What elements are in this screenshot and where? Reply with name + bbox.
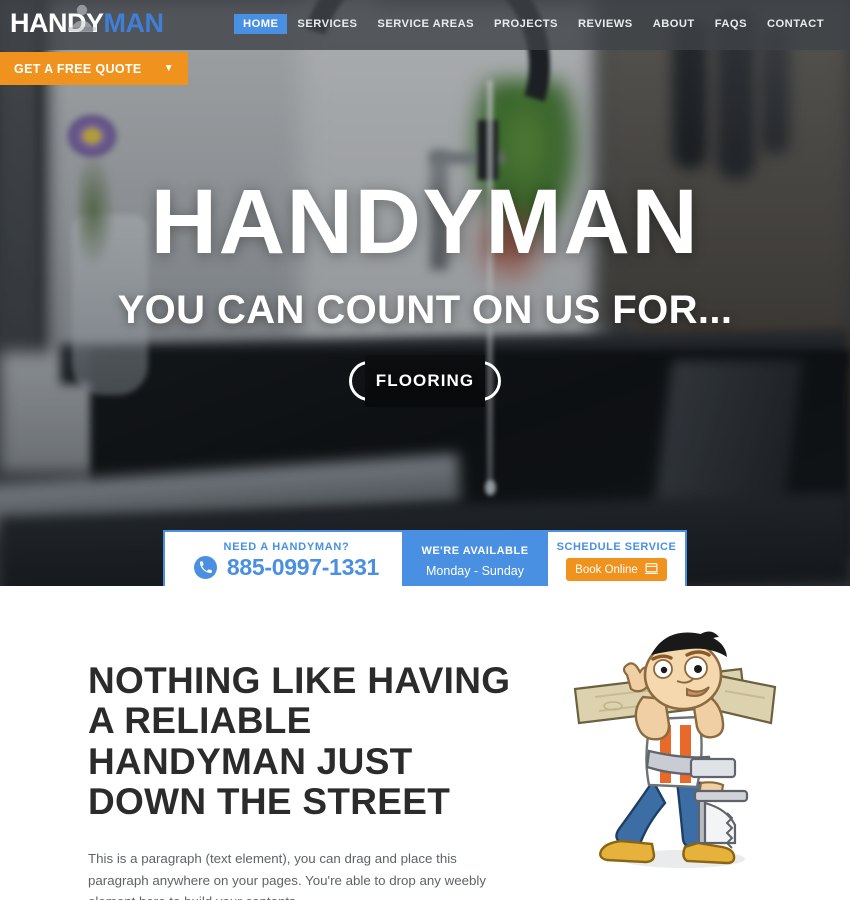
nav-item-contact[interactable]: CONTACT: [757, 14, 834, 34]
contact-info-card: NEED A HANDYMAN? 885-0997-1331 WE'RE AVA…: [163, 530, 687, 586]
chevron-down-icon: ▼: [163, 63, 174, 74]
nav-item-about[interactable]: ABOUT: [643, 14, 705, 34]
availability-heading: WE'RE AVAILABLE: [421, 544, 529, 557]
handyman-illustration: [565, 631, 810, 881]
contact-schedule-block: SCHEDULE SERVICE Book Online: [548, 532, 685, 586]
nav-item-service-areas[interactable]: SERVICE AREAS: [367, 14, 484, 34]
hero-subtitle: YOU CAN COUNT ON US FOR...: [117, 288, 733, 332]
get-free-quote-label: GET A FREE QUOTE: [14, 61, 142, 76]
hero-title: HANDYMAN: [150, 171, 700, 273]
availability-value: Monday - Sunday: [426, 563, 524, 578]
nav-item-home[interactable]: HOME: [234, 14, 288, 34]
top-navigation-bar: HANDYMAN HOME SERVICES SERVICE AREAS PRO…: [0, 0, 850, 50]
calendar-booking-icon: [644, 562, 658, 577]
hero-rotating-word-badge: FLOORING: [349, 355, 501, 407]
site-logo[interactable]: HANDYMAN: [10, 4, 165, 40]
contact-availability-block: WE'RE AVAILABLE Monday - Sunday: [402, 532, 548, 586]
hero-copy: HANDYMAN YOU CAN COUNT ON US FOR...: [0, 176, 850, 333]
nav-item-projects[interactable]: PROJECTS: [484, 14, 568, 34]
hero-section: HANDYMAN YOU CAN COUNT ON US FOR... FLOO…: [0, 0, 850, 586]
nav-item-services[interactable]: SERVICES: [287, 14, 367, 34]
logo-text-secondary: MAN: [103, 8, 165, 38]
main-paragraph: This is a paragraph (text element), you …: [88, 851, 487, 900]
book-online-button[interactable]: Book Online: [566, 558, 667, 581]
contact-phone-number[interactable]: 885-0997-1331: [227, 554, 379, 581]
nav-item-reviews[interactable]: REVIEWS: [568, 14, 643, 34]
phone-handset-icon: [193, 556, 217, 579]
contact-phone-block: NEED A HANDYMAN? 885-0997-1331: [165, 532, 402, 586]
page-root: HANDYMAN YOU CAN COUNT ON US FOR... FLOO…: [0, 0, 850, 900]
get-free-quote-button[interactable]: GET A FREE QUOTE ▼: [0, 52, 188, 85]
main-heading: NOTHING LIKE HAVING A RELIABLE HANDYMAN …: [88, 660, 511, 822]
hero-rotating-word: FLOORING: [375, 371, 475, 390]
main-navigation: HOME SERVICES SERVICE AREAS PROJECTS REV…: [234, 14, 834, 34]
contact-phone-heading: NEED A HANDYMAN?: [223, 541, 350, 553]
main-content-section: NOTHING LIKE HAVING A RELIABLE HANDYMAN …: [0, 586, 850, 900]
worker-silhouette-icon: [65, 1, 99, 35]
schedule-heading: SCHEDULE SERVICE: [556, 541, 677, 553]
book-online-label: Book Online: [575, 563, 638, 576]
nav-item-faqs[interactable]: FAQS: [705, 14, 757, 34]
